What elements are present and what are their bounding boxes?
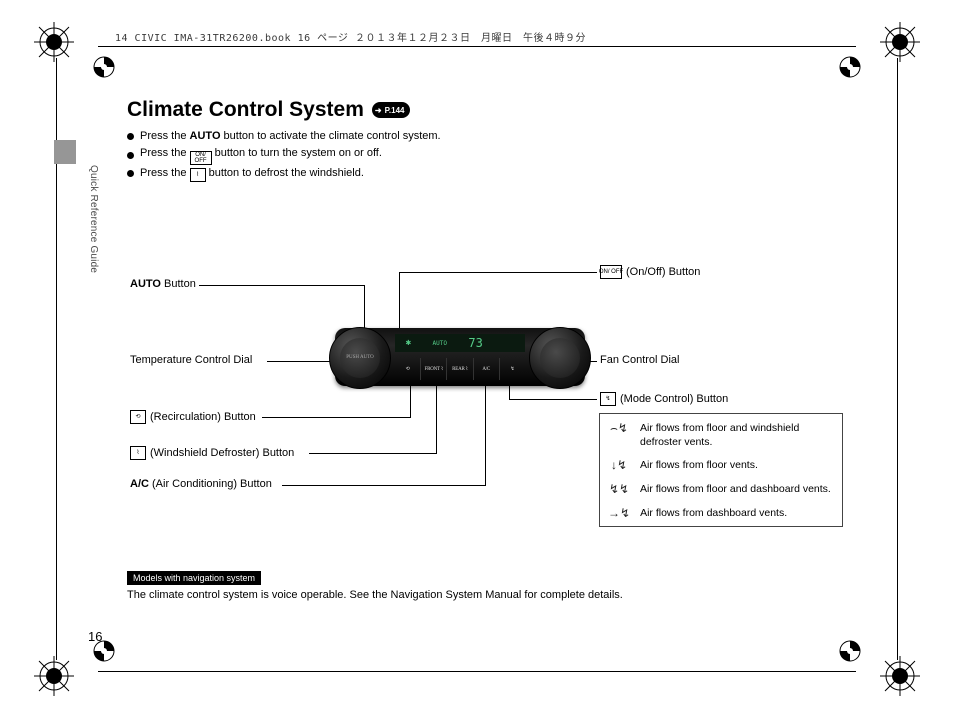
label-recirc-button: ⟲ (Recirculation) Button bbox=[130, 410, 256, 424]
leader-line bbox=[485, 378, 486, 486]
leader-line bbox=[309, 453, 436, 454]
ac-button: A/C bbox=[473, 358, 499, 380]
airflow-row: ↓↯Air flows from floor vents. bbox=[608, 459, 834, 473]
registration-segment-icon bbox=[836, 53, 864, 81]
page-ref-pill: P.144 bbox=[372, 102, 411, 118]
models-pill: Models with navigation system bbox=[127, 571, 261, 585]
page-number: 16 bbox=[88, 629, 102, 644]
crop-line-right bbox=[897, 58, 898, 660]
footnote-text: The climate control system is voice oper… bbox=[127, 589, 847, 601]
auto-indicator: AUTO bbox=[433, 340, 447, 347]
footnote: Models with navigation system The climat… bbox=[127, 571, 847, 601]
snow-icon: ✱ bbox=[406, 338, 411, 348]
registration-mark-icon bbox=[34, 656, 74, 696]
climate-control-unit: PUSH AUTO ✱ AUTO 73 ⟲ FRONT ⌇ REAR ⌇ A/C… bbox=[335, 328, 585, 386]
registration-mark-icon bbox=[34, 22, 74, 62]
leader-line bbox=[199, 285, 364, 286]
airflow-row: ↯↯Air flows from floor and dashboard ven… bbox=[608, 483, 834, 497]
page: 14 CIVIC IMA-31TR26200.book 16 ページ ２０１３年… bbox=[0, 0, 954, 718]
airflow-legend: ⌢↯Air flows from floor and windshield de… bbox=[599, 413, 843, 527]
fan-dial bbox=[529, 327, 591, 389]
button-row: ⟲ FRONT ⌇ REAR ⌇ A/C ↯ bbox=[395, 358, 525, 380]
registration-segment-icon bbox=[836, 637, 864, 665]
bullet-icon bbox=[127, 152, 134, 159]
temperature-dial: PUSH AUTO bbox=[329, 327, 391, 389]
bullet-item: Press the AUTO button to activate the cl… bbox=[127, 128, 847, 145]
defrost-icon: ⌇ bbox=[130, 446, 146, 460]
defrost-icon: ⌇ bbox=[190, 168, 206, 182]
airflow-floor-defrost-icon: ⌢↯ bbox=[608, 422, 630, 434]
book-info: 14 CIVIC IMA-31TR26200.book 16 ページ ２０１３年… bbox=[115, 29, 586, 44]
onoff-icon: ON/ OFF bbox=[600, 265, 622, 279]
airflow-floor-dash-icon: ↯↯ bbox=[608, 483, 630, 495]
registration-segment-icon bbox=[90, 53, 118, 81]
crop-line-bottom bbox=[98, 671, 856, 672]
airflow-floor-icon: ↓↯ bbox=[608, 459, 630, 471]
leader-line bbox=[436, 378, 437, 454]
leader-line bbox=[282, 485, 485, 486]
registration-mark-icon bbox=[880, 656, 920, 696]
label-mode-button: ↯ (Mode Control) Button bbox=[600, 392, 728, 406]
bullet-icon bbox=[127, 133, 134, 140]
airflow-row: →↯Air flows from dashboard vents. bbox=[608, 507, 834, 521]
content: Climate Control System P.144 Press the A… bbox=[127, 98, 847, 182]
mode-button: ↯ bbox=[499, 358, 525, 380]
airflow-dash-icon: →↯ bbox=[608, 507, 630, 519]
leader-line bbox=[399, 272, 400, 334]
leader-line bbox=[267, 361, 337, 362]
bullet-icon bbox=[127, 170, 134, 177]
sidebar-tab bbox=[54, 140, 76, 164]
bullet-item: Press the ⌇ button to defrost the windsh… bbox=[127, 165, 847, 182]
registration-mark-icon bbox=[880, 22, 920, 62]
leader-line bbox=[399, 272, 597, 273]
label-fan-dial: Fan Control Dial bbox=[600, 354, 679, 366]
label-ac-button: A/C (Air Conditioning) Button bbox=[130, 478, 272, 490]
temp-readout: 73 bbox=[468, 336, 482, 350]
label-defrost-button: ⌇ (Windshield Defroster) Button bbox=[130, 446, 294, 460]
climate-display: ✱ AUTO 73 bbox=[395, 334, 525, 352]
bullet-list: Press the AUTO button to activate the cl… bbox=[127, 128, 847, 182]
recirc-icon: ⟲ bbox=[130, 410, 146, 424]
crop-line-top bbox=[98, 46, 856, 47]
bullet-item: Press the ON/ OFF button to turn the sys… bbox=[127, 145, 847, 165]
label-temp-dial: Temperature Control Dial bbox=[130, 354, 252, 366]
page-title: Climate Control System bbox=[127, 98, 364, 122]
mode-icon: ↯ bbox=[600, 392, 616, 406]
leader-line bbox=[262, 417, 410, 418]
recirc-button: ⟲ bbox=[395, 358, 420, 380]
rear-defrost-button: REAR ⌇ bbox=[446, 358, 472, 380]
label-onoff-button: ON/ OFF (On/Off) Button bbox=[600, 265, 700, 279]
onoff-icon: ON/ OFF bbox=[190, 151, 212, 165]
sidebar-guide-label: Quick Reference Guide bbox=[88, 165, 99, 273]
leader-line bbox=[509, 399, 597, 400]
airflow-row: ⌢↯Air flows from floor and windshield de… bbox=[608, 422, 834, 449]
label-auto-button: AUTO Button bbox=[130, 278, 196, 290]
front-defrost-button: FRONT ⌇ bbox=[420, 358, 446, 380]
